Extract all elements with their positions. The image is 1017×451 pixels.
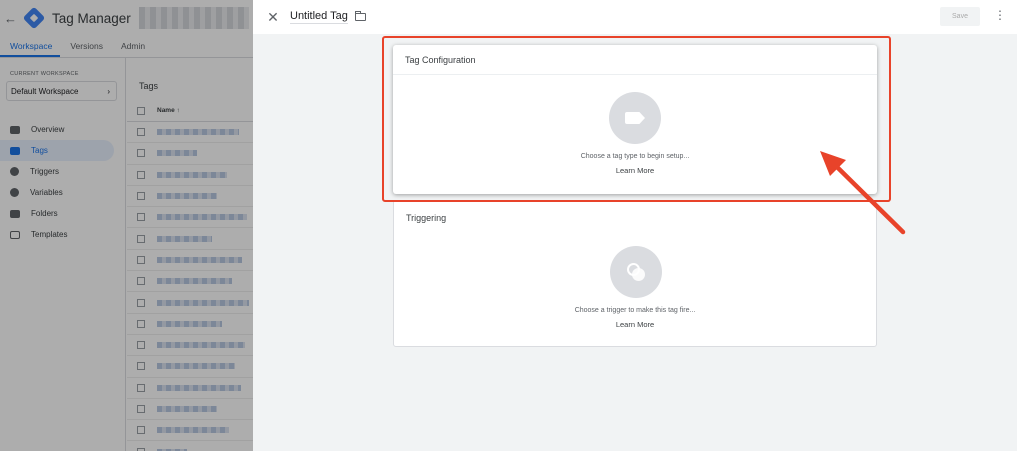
annotation-arrow-icon xyxy=(820,151,906,235)
